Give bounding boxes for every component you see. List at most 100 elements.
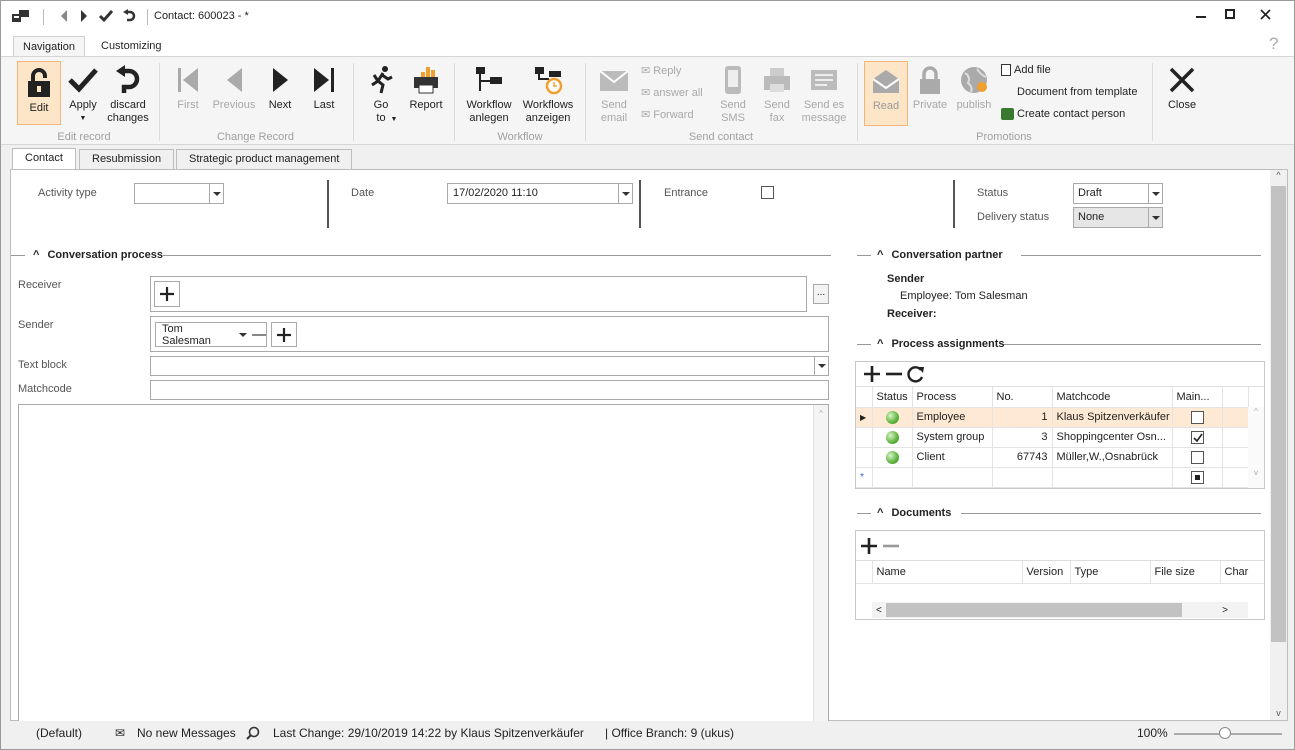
add-file-button[interactable]: Add file: [1001, 64, 1051, 76]
zoom-slider-thumb[interactable]: [1219, 727, 1231, 739]
plus-icon[interactable]: [859, 536, 879, 556]
column-header[interactable]: Status: [872, 387, 913, 408]
activity-type-select[interactable]: [134, 183, 224, 204]
conversation-partner-header[interactable]: ^ Conversation partner: [877, 249, 1003, 261]
number-cell[interactable]: 3: [992, 427, 1053, 448]
column-header[interactable]: Char: [1220, 561, 1264, 584]
answer-all-button[interactable]: ✉ answer all: [641, 86, 703, 100]
plus-icon[interactable]: [862, 364, 882, 384]
minimize-icon[interactable]: [1187, 5, 1215, 23]
app-icon[interactable]: [11, 8, 31, 24]
zoom-slider[interactable]: [1174, 727, 1282, 739]
receiver-field[interactable]: [150, 276, 807, 312]
column-header[interactable]: Name: [872, 561, 1023, 584]
close-window-icon[interactable]: [1251, 5, 1279, 23]
page-scroll-thumb[interactable]: [1271, 186, 1286, 642]
sender-chip[interactable]: Tom Salesman: [155, 322, 267, 347]
sender-field[interactable]: Tom Salesman: [150, 316, 829, 352]
remove-sender-icon[interactable]: [252, 333, 266, 336]
main-checkbox-checked[interactable]: [1190, 430, 1204, 444]
scroll-down-icon[interactable]: v: [1270, 708, 1287, 718]
status-select[interactable]: Draft: [1073, 183, 1163, 204]
chevron-down-icon[interactable]: [1148, 184, 1162, 203]
discard-changes-button[interactable]: discard changes: [105, 61, 151, 125]
read-button[interactable]: Read: [864, 61, 908, 126]
table-row[interactable]: System group 3 Shoppingcenter Osn...: [856, 427, 1249, 448]
workflows-show-button[interactable]: Workflows anzeigen: [519, 61, 577, 125]
first-button[interactable]: First: [167, 61, 209, 112]
search-icon[interactable]: [246, 726, 260, 743]
send-es-message-button[interactable]: Send es message: [801, 61, 847, 125]
entrance-checkbox[interactable]: [761, 186, 774, 199]
process-cell[interactable]: Client: [912, 447, 993, 468]
collapse-icon[interactable]: ^: [877, 507, 883, 519]
main-checkbox[interactable]: [1190, 410, 1204, 424]
scroll-left-icon[interactable]: <: [872, 605, 886, 616]
private-button[interactable]: Private: [911, 61, 949, 112]
scroll-down-icon[interactable]: v: [1248, 468, 1264, 477]
main-checkbox[interactable]: [1190, 450, 1204, 464]
send-sms-button[interactable]: Send SMS: [713, 61, 753, 125]
table-row[interactable]: ▶ Employee 1 Klaus Spitzenverkäufer: [856, 407, 1249, 428]
scroll-right-icon[interactable]: >: [1222, 605, 1248, 616]
column-header[interactable]: Main...: [1172, 387, 1223, 408]
matchcode-cell[interactable]: Müller,W.,Osnabrück: [1052, 447, 1173, 468]
scroll-up-icon[interactable]: ^: [1248, 407, 1264, 416]
minus-icon[interactable]: [884, 364, 904, 384]
column-header[interactable]: Matchcode: [1052, 387, 1173, 408]
matchcode-input[interactable]: [150, 380, 829, 400]
edit-button[interactable]: Edit: [17, 61, 61, 125]
add-sender-button[interactable]: [271, 322, 297, 347]
number-cell[interactable]: 67743: [992, 447, 1053, 468]
scroll-thumb[interactable]: [885, 603, 1182, 617]
column-header[interactable]: Version: [1022, 561, 1071, 584]
maximize-icon[interactable]: [1216, 5, 1244, 23]
tab-resubmission[interactable]: Resubmission: [79, 149, 175, 170]
report-button[interactable]: Report: [405, 61, 447, 112]
profile-label[interactable]: (Default): [36, 726, 82, 740]
chevron-down-icon[interactable]: [1148, 208, 1162, 227]
main-checkbox-indeterminate[interactable]: [1190, 470, 1204, 484]
new-row[interactable]: *: [856, 467, 1249, 488]
column-header[interactable]: Type: [1070, 561, 1151, 584]
minus-icon[interactable]: [881, 536, 901, 556]
column-header[interactable]: Process: [912, 387, 993, 408]
workflow-create-button[interactable]: Workflow anlegen: [463, 61, 515, 125]
send-fax-button[interactable]: Send fax: [757, 61, 797, 125]
add-receiver-button[interactable]: [154, 281, 180, 307]
save-check-icon[interactable]: [98, 8, 114, 24]
tab-contact[interactable]: Contact: [12, 148, 76, 171]
documents-hscrollbar[interactable]: < >: [872, 602, 1248, 618]
scroll-up-icon[interactable]: ^: [1270, 170, 1287, 186]
last-button[interactable]: Last: [304, 61, 344, 112]
process-cell[interactable]: System group: [912, 427, 993, 448]
process-assignments-header[interactable]: ^ Process assignments: [877, 338, 1005, 350]
column-header[interactable]: File size: [1150, 561, 1221, 584]
column-header[interactable]: No.: [992, 387, 1053, 408]
publish-button[interactable]: publish: [953, 61, 995, 112]
process-cell[interactable]: Employee: [912, 407, 993, 428]
collapse-icon[interactable]: ^: [33, 249, 39, 261]
number-cell[interactable]: 1: [992, 407, 1053, 428]
previous-button[interactable]: Previous: [210, 61, 258, 112]
chevron-down-icon[interactable]: [814, 357, 828, 375]
tab-strategic-product-management[interactable]: Strategic product management: [176, 149, 353, 170]
calendar-dropdown-icon[interactable]: [618, 184, 632, 203]
collapse-icon[interactable]: ^: [877, 338, 883, 350]
delivery-status-select[interactable]: None: [1073, 207, 1163, 228]
text-block-select[interactable]: [150, 356, 829, 376]
matchcode-cell[interactable]: Shoppingcenter Osn...: [1052, 427, 1173, 448]
send-email-button[interactable]: Send email: [593, 61, 635, 125]
close-button[interactable]: Close: [1161, 61, 1203, 112]
receiver-more-button[interactable]: ...: [813, 284, 829, 304]
chevron-down-icon[interactable]: [239, 332, 248, 337]
tab-navigation[interactable]: Navigation: [13, 36, 85, 57]
create-contact-person-button[interactable]: Create contact person: [1001, 108, 1125, 120]
apply-button[interactable]: Apply ▼: [63, 61, 103, 125]
next-button[interactable]: Next: [260, 61, 300, 112]
chevron-down-icon[interactable]: [209, 184, 223, 203]
goto-button[interactable]: Go to ▼: [361, 61, 401, 126]
document-from-template-button[interactable]: Document from template: [1017, 86, 1137, 98]
table-row[interactable]: Client 67743 Müller,W.,Osnabrück: [856, 447, 1249, 468]
back-icon[interactable]: [56, 8, 72, 24]
